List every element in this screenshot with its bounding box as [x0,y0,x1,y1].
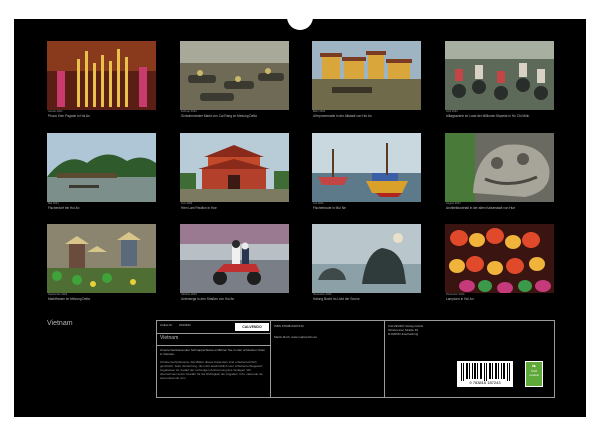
photo-caption: Lampions in Hoi An [446,297,474,301]
barcode-number: 9 783816 187243 [469,380,501,385]
month-photo-1 [47,41,156,110]
photo-caption: Marktfrauen im Mekong Delta [48,297,90,301]
month-photo-12 [445,224,554,293]
info-panel: Artikel Nr. 2033392 CALVENDO Vietnam Uns… [156,320,555,398]
isbn: ISBN 9783816187243 [274,324,304,328]
calendar-title: Vietnam [47,320,73,327]
publisher-logo: CALVENDO [235,323,269,331]
article-number: 2033392 [179,323,191,327]
month-photo-9 [47,224,156,293]
binding-holes-right [321,0,583,6]
photographer: Martin Roth, www.martinroth.net [274,335,317,339]
barcode: 9 783816 187243 [457,361,513,387]
photo-caption: Unterwegs in den Straßen von Hoi An [181,297,235,301]
photo-caption: Halong Bucht im Licht der Sonne [313,297,360,301]
month-photo-3 [312,41,421,110]
eco-label-text: CO2 neutral [529,369,539,377]
photo-caption: Hien Lam Pavillon in Hue [181,206,217,210]
photo-caption: Architekturdetail in der alten Kaisersta… [446,206,516,210]
article-label: Artikel Nr. [160,323,174,327]
month-photo-4 [445,41,554,110]
month-photo-5 [47,133,156,202]
month-photo-11 [312,224,421,293]
publisher-city: D-82008 Unterhaching [388,332,419,336]
photo-caption: Alltagsszene im Land der Millionen Moped… [446,114,530,118]
month-photo-10 [180,224,289,293]
photo-caption: Uferpromenade in der Altstadt von Hoi An [313,114,372,118]
product-title: Vietnam [160,335,179,341]
photo-caption: Fischerdorf bei Hoi An [48,206,80,210]
month-photo-7 [312,133,421,202]
photo-caption: Phuoc Kien Pagode in Hoi An [48,114,90,118]
binding-holes-left [22,0,284,6]
legal-notice: Urheberrechtshinweis: Alle Bilder dieses… [160,360,264,380]
month-photo-6 [180,133,289,202]
eco-label: ❧ CO2 neutral [525,361,543,387]
photo-caption: Fischerboote in Mui Ne [313,206,346,210]
product-description: Unsere faszinierenden Schnappschüsse ent… [160,348,266,356]
month-photo-8 [445,133,554,202]
month-photo-2 [180,41,289,110]
photo-caption: Schwimmender Markt von Cai Rang im Mekon… [181,114,257,118]
